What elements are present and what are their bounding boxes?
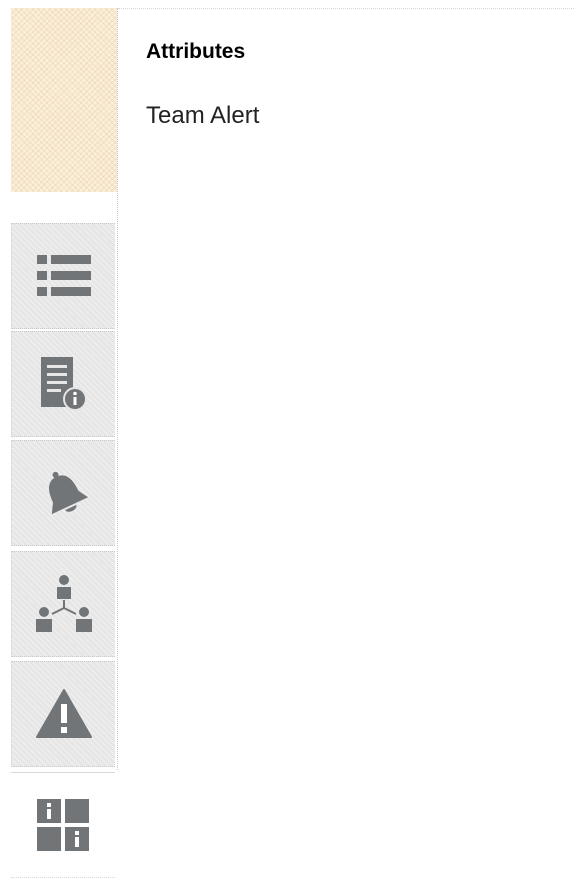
sidebar-tabs — [0, 0, 120, 881]
section-title: Attributes — [146, 40, 246, 63]
attributes-grid-icon — [35, 797, 91, 853]
panel-root: Attributes Team Alert — [0, 0, 574, 881]
bell-icon — [38, 467, 90, 519]
tab-list[interactable] — [11, 223, 115, 329]
warning-icon — [35, 688, 93, 740]
content-top-rule — [118, 8, 574, 9]
tab-details[interactable] — [11, 331, 115, 437]
list-icon — [35, 253, 93, 299]
tab-attributes[interactable] — [11, 772, 115, 878]
team-hierarchy-icon — [32, 572, 96, 636]
tab-warnings[interactable] — [11, 661, 115, 767]
tab-notifications[interactable] — [11, 440, 115, 546]
document-info-icon — [37, 355, 91, 413]
attribute-value: Team Alert — [146, 102, 260, 129]
sidebar-divider — [117, 8, 118, 770]
attributes-panel: Attributes Team Alert — [146, 38, 564, 130]
sidebar-header-swatch — [11, 8, 117, 192]
tab-team[interactable] — [11, 551, 115, 657]
